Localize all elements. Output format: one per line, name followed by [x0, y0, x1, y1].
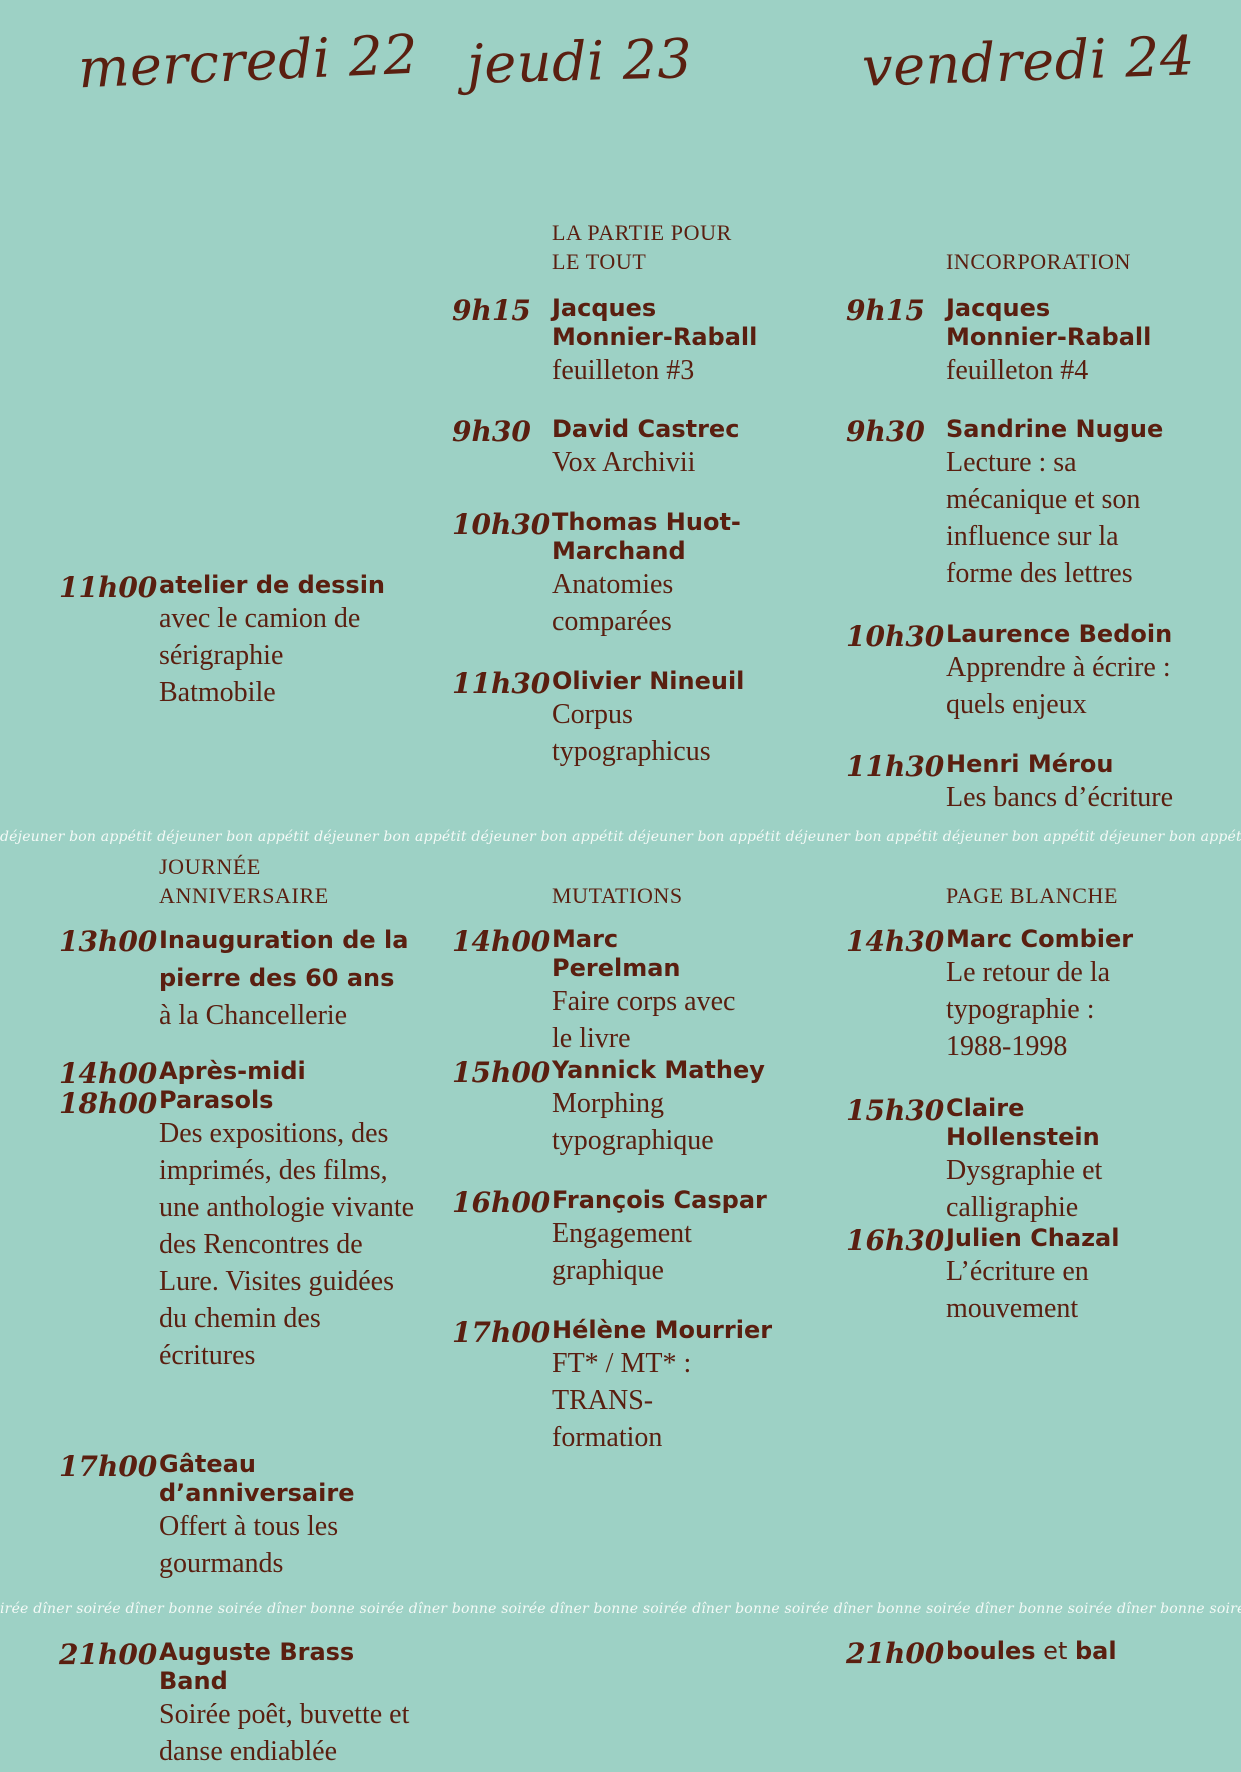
event-subtitle: Apprendre à écrire : quels enjeux [946, 652, 1171, 720]
event-title-part: boules [946, 1637, 1036, 1665]
event-subtitle: Dysgraphie et calligraphie [946, 1155, 1103, 1223]
event-time: 11h00 [59, 571, 158, 604]
event-fri-4: 11h30 Henri Mérou Les bancs d’écriture [846, 750, 1216, 816]
event-thu-6: 15h00 Yannick Mathey Morphing typographi… [452, 1056, 772, 1159]
section-heading-thu-afternoon: MUTATIONS [552, 883, 683, 908]
event-time: 17h00 [452, 1316, 551, 1349]
event-title: Yannick Mathey [552, 1056, 765, 1084]
event-subtitle: Engagement graphique [552, 1218, 692, 1286]
section-heading-fri-afternoon: PAGE BLANCHE [946, 883, 1119, 908]
event-thu-7: 16h00 François Caspar Engagement graphiq… [452, 1186, 772, 1289]
event-wed-2: 13h00 Inauguration de la pierre des 60 a… [59, 925, 429, 1034]
event-thu-5: 14h00 Marc Perelman Faire corps avec le … [452, 925, 752, 1057]
section-heading-thu-morning: LA PARTIE POUR LE TOUT [552, 220, 732, 274]
event-time: 9h15 [452, 294, 531, 327]
day-heading-wednesday: mercredi 22 [76, 22, 420, 101]
event-subtitle: Le retour de la typographie : 1988-1998 [946, 957, 1111, 1062]
day-heading-friday: vendredi 24 [861, 24, 1196, 99]
event-wed-1: 11h00 atelier de dessin avec le camion d… [59, 571, 389, 711]
event-subtitle: Les bancs d’écriture [946, 782, 1173, 813]
event-fri-6: 15h30 Claire Hollenstein Dysgraphie et c… [846, 1094, 1166, 1226]
event-title: Sandrine Nugue [946, 415, 1164, 443]
event-subtitle: Lecture : sa mécanique et son influence … [946, 447, 1141, 589]
event-time: 17h00 [59, 1450, 158, 1483]
event-title: Olivier Nineuil [552, 667, 745, 695]
event-subtitle: Faire corps avec le livre [552, 986, 736, 1054]
event-fri-7: 16h30 Julien Chazal L’écriture en mouvem… [846, 1224, 1146, 1327]
event-time: 10h30 [452, 508, 551, 541]
event-time: 15h30 [846, 1094, 945, 1127]
event-title: Gâteau d’anniversaire [159, 1450, 355, 1507]
event-time: 9h15 [846, 294, 925, 327]
event-time: 11h30 [846, 750, 945, 783]
event-subtitle: Corpus typographicus [552, 699, 711, 767]
event-title: Hélène Mourrier [552, 1316, 773, 1344]
event-wed-4: 17h00 Gâteau d’anniversaire Offert à tou… [59, 1450, 389, 1582]
event-subtitle: Soirée poêt, buvette et danse endiablée [159, 1699, 410, 1767]
event-time: 14h00 [59, 1057, 158, 1090]
event-end-time: 18h00 [59, 1087, 158, 1120]
event-time: 15h00 [452, 1056, 551, 1089]
event-wed-3: 14h00 18h00 Après-midi Parasols Des expo… [59, 1057, 419, 1374]
event-title: Marc Combier [946, 925, 1134, 953]
event-title: Claire Hollenstein [946, 1094, 1100, 1151]
event-title: Après-midi Parasols [159, 1057, 306, 1114]
event-title: Jacques Monnier-Raball [552, 294, 758, 351]
event-thu-4: 11h30 Olivier Nineuil Corpus typographic… [452, 667, 772, 770]
event-subtitle: avec le camion de sérigraphie Batmobile [159, 603, 361, 708]
event-fri-3: 10h30 Laurence Bedoin Apprendre à écrire… [846, 620, 1206, 723]
dinner-band: irée dîner soirée dîner bonne soirée dîn… [0, 1601, 1241, 1617]
event-time: 9h30 [452, 415, 531, 448]
event-subtitle: à la Chancellerie [159, 1000, 348, 1031]
event-fri-8: 21h00 boules et bal [846, 1637, 1206, 1669]
event-title: atelier de dessin [159, 571, 386, 599]
event-wed-5: 21h00 Auguste Brass Band Soirée poêt, bu… [59, 1638, 429, 1770]
event-fri-2: 9h30 Sandrine Nugue Lecture : sa mécaniq… [846, 415, 1186, 592]
event-fri-5: 14h30 Marc Combier Le retour de la typog… [846, 925, 1146, 1065]
event-title: Thomas Huot-Marchand [552, 508, 741, 565]
event-thu-2: 9h30 David Castrec Vox Archivii [452, 415, 802, 481]
event-subtitle: feuilleton #4 [946, 355, 1089, 386]
event-subtitle: Morphing typographique [552, 1088, 714, 1156]
event-title-part: bal [1074, 1637, 1117, 1665]
event-time: 9h30 [846, 415, 925, 448]
event-title: Inauguration de la pierre des 60 ans [159, 926, 409, 992]
event-fri-1: 9h15 Jacques Monnier-Raball feuilleton #… [846, 294, 1176, 389]
event-subtitle: Offert à tous les gourmands [159, 1511, 339, 1579]
event-thu-1: 9h15 Jacques Monnier-Raball feuilleton #… [452, 294, 782, 389]
event-time: 10h30 [846, 620, 945, 653]
event-thu-8: 17h00 Hélène Mourrier FT* / MT* : TRANS-… [452, 1316, 812, 1456]
event-time: 16h30 [846, 1224, 945, 1257]
event-subtitle: Vox Archivii [552, 447, 696, 478]
day-heading-thursday: jeudi 23 [466, 27, 693, 96]
event-title: Jacques Monnier-Raball [946, 294, 1152, 351]
event-subtitle: feuilleton #3 [552, 355, 695, 386]
event-time: 16h00 [452, 1186, 551, 1219]
event-title: Julien Chazal [946, 1224, 1120, 1252]
event-thu-3: 10h30 Thomas Huot-Marchand Anatomies com… [452, 508, 772, 640]
event-title-connector: et [1035, 1637, 1075, 1665]
event-subtitle: Anatomies comparées [552, 569, 674, 637]
lunch-band: déjeuner bon appétit déjeuner bon appéti… [0, 829, 1241, 845]
event-title: François Caspar [552, 1186, 767, 1214]
event-title: Auguste Brass Band [159, 1638, 355, 1695]
event-title: Laurence Bedoin [946, 620, 1173, 648]
event-title: David Castrec [552, 415, 740, 443]
event-subtitle: L’écriture en mouvement [946, 1256, 1089, 1324]
event-title: Henri Mérou [946, 750, 1114, 778]
event-title: Marc Perelman [552, 925, 681, 982]
event-subtitle: Des expositions, des imprimés, des films… [159, 1118, 415, 1371]
section-heading-fri-morning: INCORPORATION [946, 249, 1132, 274]
event-time: 21h00 [59, 1638, 158, 1671]
event-time: 11h30 [452, 667, 551, 700]
event-subtitle: FT* / MT* : TRANS-formation [552, 1348, 692, 1453]
section-heading-wed-afternoon: JOURNÉE ANNIVERSAIRE [159, 854, 329, 908]
event-time: 13h00 [59, 925, 158, 958]
event-title: boules et bal [946, 1637, 1206, 1666]
event-time: 14h30 [846, 925, 945, 958]
event-time: 14h00 [452, 925, 551, 958]
event-time: 21h00 [846, 1637, 945, 1670]
